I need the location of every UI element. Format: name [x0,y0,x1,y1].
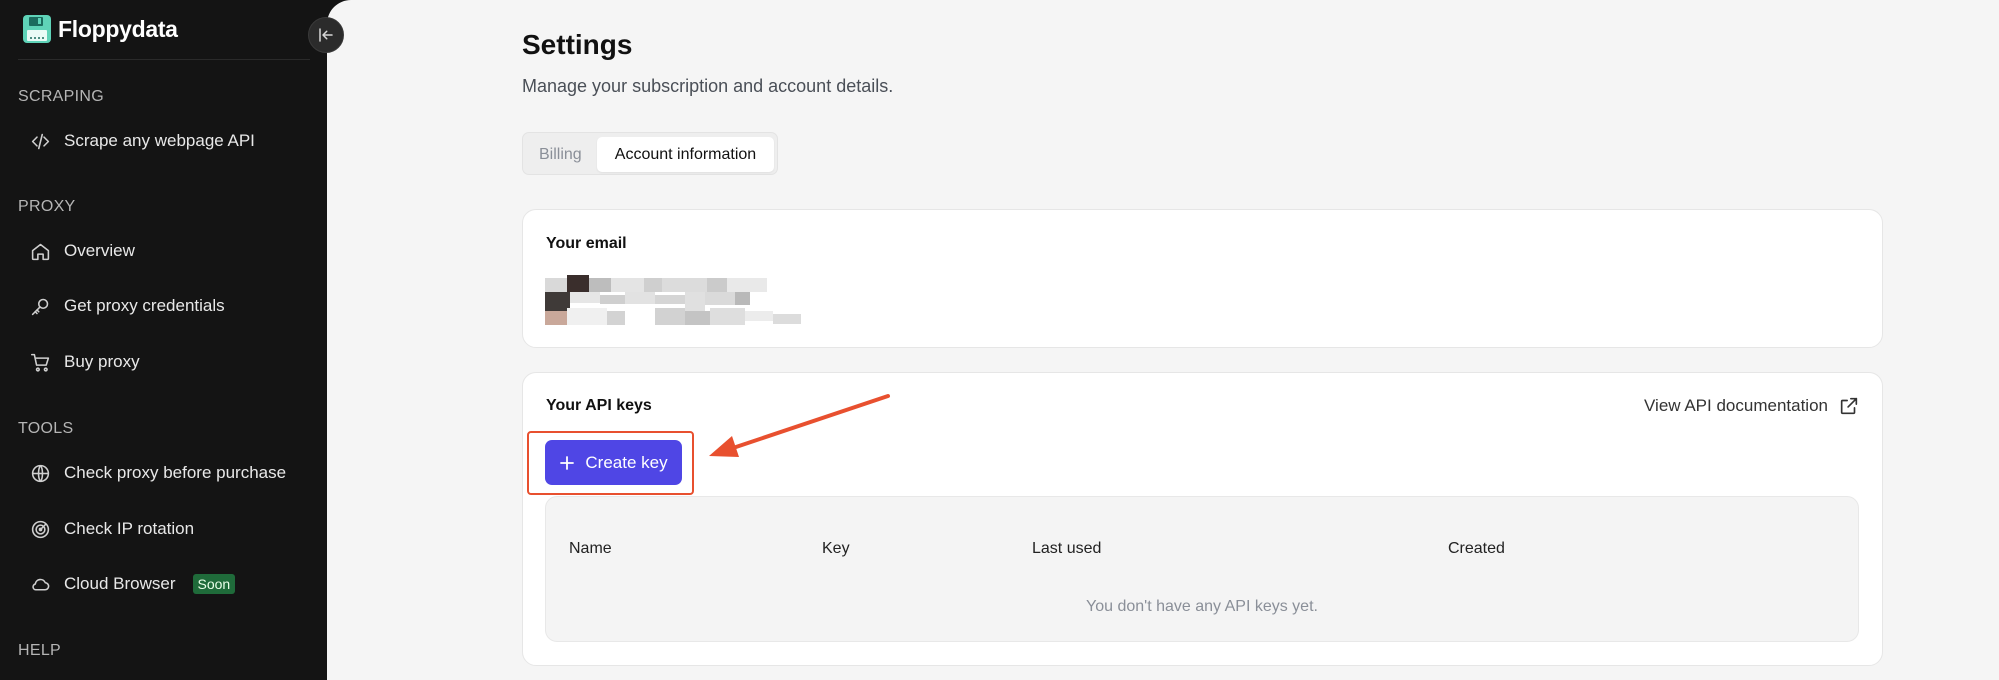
settings-tabs: Billing Account information [522,132,778,175]
sidebar-item-label: Check proxy before purchase [64,463,287,482]
floppy-disk-icon [23,15,51,43]
page-title: Settings [522,29,633,60]
column-header-created: Created [1448,540,1505,557]
create-key-button[interactable]: Create key [545,440,682,485]
section-label-scraping: SCRAPING [18,88,104,105]
section-label-proxy: PROXY [18,198,76,215]
sidebar-item-label: Overview [64,241,135,260]
sidebar-item-label: Get proxy credentials [64,296,225,315]
soon-badge: Soon [192,574,236,594]
email-heading: Your email [546,235,627,252]
api-keys-heading: Your API keys [546,397,652,414]
sidebar-item-label: Check IP rotation [64,519,195,538]
external-link-icon [1840,397,1858,415]
api-keys-table: Name Key Last used Created You don't hav… [545,496,1859,642]
empty-state-message: You don't have any API keys yet. [1086,598,1318,615]
email-card: Your email [522,209,1883,348]
key-icon [31,298,49,315]
collapse-sidebar-button[interactable] [308,17,344,53]
home-icon [31,243,50,260]
sidebar-item-label: Buy proxy [64,352,140,371]
sidebar-item-check-proxy[interactable]: Check proxy before purchase [30,458,286,488]
sidebar-item-overview[interactable]: Overview [30,236,135,266]
column-header-last-used: Last used [1032,540,1102,557]
plus-icon [560,455,575,470]
column-header-name: Name [569,540,612,557]
cloud-icon [32,578,50,591]
sidebar-item-proxy-credentials[interactable]: Get proxy credentials [30,291,225,321]
sidebar-item-scrape-api[interactable]: Scrape any webpage API [30,126,255,156]
code-icon [31,133,50,149]
radar-icon [31,520,50,538]
sidebar-item-label: Scrape any webpage API [64,131,255,150]
section-label-help: HELP [18,642,61,659]
redacted-email [545,275,801,325]
api-doc-link-label: View API documentation [1644,396,1828,415]
brand-name: Floppydata [58,15,178,42]
brand-logo[interactable]: Floppydata [22,14,178,44]
sidebar-item-label: Cloud Browser [64,574,176,593]
page-subtitle: Manage your subscription and account det… [522,76,894,96]
create-key-label: Create key [585,452,668,472]
tab-account-information[interactable]: Account information [597,137,774,172]
sidebar-item-cloud-browser[interactable]: Cloud Browser Soon [30,569,236,599]
column-header-key: Key [822,540,850,557]
sidebar-divider [18,59,310,60]
annotation-arrow [709,394,890,457]
view-api-documentation-link[interactable]: View API documentation [1644,395,1860,417]
sidebar-item-check-ip-rotation[interactable]: Check IP rotation [30,514,194,544]
sidebar: Floppydata SCRAPING Scrape any webpage A… [0,0,327,680]
collapse-sidebar-icon [319,28,333,42]
tab-billing[interactable]: Billing [539,137,582,172]
sidebar-item-buy-proxy[interactable]: Buy proxy [30,347,140,377]
section-label-tools: TOOLS [18,420,74,437]
globe-icon [31,464,50,482]
cart-icon [30,353,50,372]
